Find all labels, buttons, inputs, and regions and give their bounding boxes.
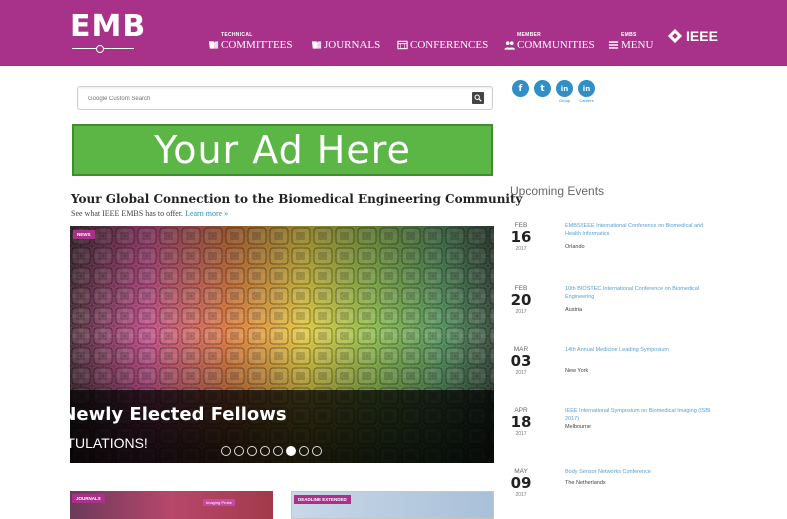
- event-name[interactable]: 14th Annual Medicine Leading Symposium: [565, 346, 715, 354]
- event-item[interactable]: FEB 20 2017 10th BIOSTEC International C…: [510, 285, 720, 345]
- search-input[interactable]: [88, 91, 458, 107]
- event-location: Austria: [565, 307, 583, 313]
- linkedin-group-link[interactable]: in Group: [555, 80, 574, 103]
- news-badge: NEWS: [73, 230, 95, 239]
- events-heading: Upcoming Events: [510, 184, 605, 198]
- site-header: EMB TECHNICAL COMMITTEES JOURNALS CONFER…: [0, 0, 787, 66]
- facebook-link[interactable]: f: [511, 80, 530, 103]
- event-name[interactable]: 10th BIOSTEC International Conference on…: [565, 285, 715, 301]
- ieee-diamond-icon: [667, 28, 683, 44]
- tagline-sub: See what IEEE EMBS has to offer.: [71, 209, 184, 218]
- twitter-icon: t: [534, 80, 551, 97]
- nav-journals-label: JOURNALS: [324, 39, 381, 51]
- carousel-dot[interactable]: [273, 446, 283, 456]
- linkedin-careers-label: Careers: [579, 98, 594, 103]
- event-day: 03: [510, 352, 532, 370]
- event-day: 09: [510, 474, 532, 492]
- event-year: 2017: [515, 370, 527, 376]
- event-item[interactable]: FEB 16 2017 EMBS/IEEE International Conf…: [510, 222, 720, 282]
- nav-committees-label: COMMITTEES: [221, 39, 293, 51]
- event-location: The Netherlands: [565, 480, 606, 486]
- journals-badge: JOURNALS: [72, 494, 105, 503]
- social-links: f t in Group in Careers: [511, 80, 596, 103]
- people-icon: [503, 40, 515, 50]
- nav-committees[interactable]: TECHNICAL COMMITTEES: [207, 22, 293, 52]
- journals-card[interactable]: JOURNALS Imaging Probe: [70, 491, 273, 519]
- emb-logo[interactable]: EMB: [70, 9, 147, 54]
- carousel-dot[interactable]: [299, 446, 309, 456]
- ieee-label: IEEE: [686, 28, 718, 44]
- event-year: 2017: [515, 246, 527, 252]
- carousel-dot[interactable]: [221, 446, 231, 456]
- carousel-dot[interactable]: [247, 446, 257, 456]
- twitter-link[interactable]: t: [533, 80, 552, 103]
- event-name[interactable]: Body Sensor Networks Conference: [565, 468, 715, 476]
- ad-banner[interactable]: Your Ad Here: [72, 124, 493, 176]
- deadline-card[interactable]: DEADLINE EXTENDED: [291, 491, 494, 519]
- carousel-dot[interactable]: [286, 446, 296, 456]
- nav-menu-label: MENU: [621, 39, 654, 51]
- nav-communities-label: COMMUNITIES: [517, 39, 595, 51]
- nav-conferences[interactable]: CONFERENCES: [396, 22, 488, 52]
- hero-subtitle: CONGRATULATIONS!: [6, 435, 148, 451]
- event-name[interactable]: IEEE International Symposium on Biomedic…: [565, 407, 715, 423]
- deadline-badge: DEADLINE EXTENDED: [294, 495, 351, 504]
- event-item[interactable]: APR 18 2017 IEEE International Symposium…: [510, 407, 720, 467]
- book-icon: [310, 40, 322, 50]
- nav-journals[interactable]: JOURNALS: [310, 22, 380, 52]
- carousel-dot[interactable]: [312, 446, 322, 456]
- event-day: 20: [510, 291, 532, 309]
- linkedin-icon: in: [578, 80, 595, 97]
- tagline-subtext: See what IEEE EMBS has to offer. Learn m…: [71, 209, 228, 218]
- event-name[interactable]: EMBS/IEEE International Conference on Bi…: [565, 222, 715, 238]
- event-year: 2017: [515, 492, 527, 498]
- event-location: Orlando: [565, 244, 585, 250]
- hero-title[interactable]: 2017 Newly Elected Fellows: [5, 404, 287, 425]
- facebook-icon: f: [512, 80, 529, 97]
- event-item[interactable]: MAY 09 2017 Body Sensor Networks Confere…: [510, 468, 720, 519]
- search-box: [77, 86, 493, 110]
- logo-dot: [96, 45, 104, 53]
- hero-carousel[interactable]: NEWS: [70, 226, 494, 463]
- page-tagline: Your Global Connection to the Biomedical…: [71, 192, 523, 206]
- carousel-dot[interactable]: [260, 446, 270, 456]
- event-item[interactable]: MAR 03 2017 14th Annual Medicine Leading…: [510, 346, 720, 406]
- nav-communities[interactable]: MEMBER COMMUNITIES: [503, 22, 595, 52]
- carousel-dot[interactable]: [234, 446, 244, 456]
- event-location: New York: [565, 368, 589, 374]
- book-icon: [207, 40, 219, 50]
- nav-menu[interactable]: EMBS MENU: [607, 22, 653, 52]
- event-day: 18: [510, 413, 532, 431]
- search-icon: [474, 94, 482, 102]
- ieee-link[interactable]: IEEE: [667, 28, 718, 44]
- linkedin-group-label: Group: [558, 98, 571, 103]
- carousel-dots: [221, 446, 322, 456]
- search-button[interactable]: [472, 92, 484, 104]
- linkedin-careers-link[interactable]: in Careers: [577, 80, 596, 103]
- hamburger-icon: [607, 40, 619, 50]
- nav-conferences-label: CONFERENCES: [410, 39, 489, 51]
- ad-text: Your Ad Here: [154, 128, 411, 172]
- event-day: 16: [510, 228, 532, 246]
- logo-text: EMB: [70, 9, 147, 44]
- calendar-icon: [396, 40, 408, 50]
- event-year: 2017: [515, 431, 527, 437]
- journals-chip: Imaging Probe: [203, 499, 236, 506]
- learn-more-link[interactable]: Learn more »: [185, 209, 228, 218]
- event-location: Melbourne: [565, 424, 591, 430]
- linkedin-icon: in: [556, 80, 573, 97]
- event-year: 2017: [515, 309, 527, 315]
